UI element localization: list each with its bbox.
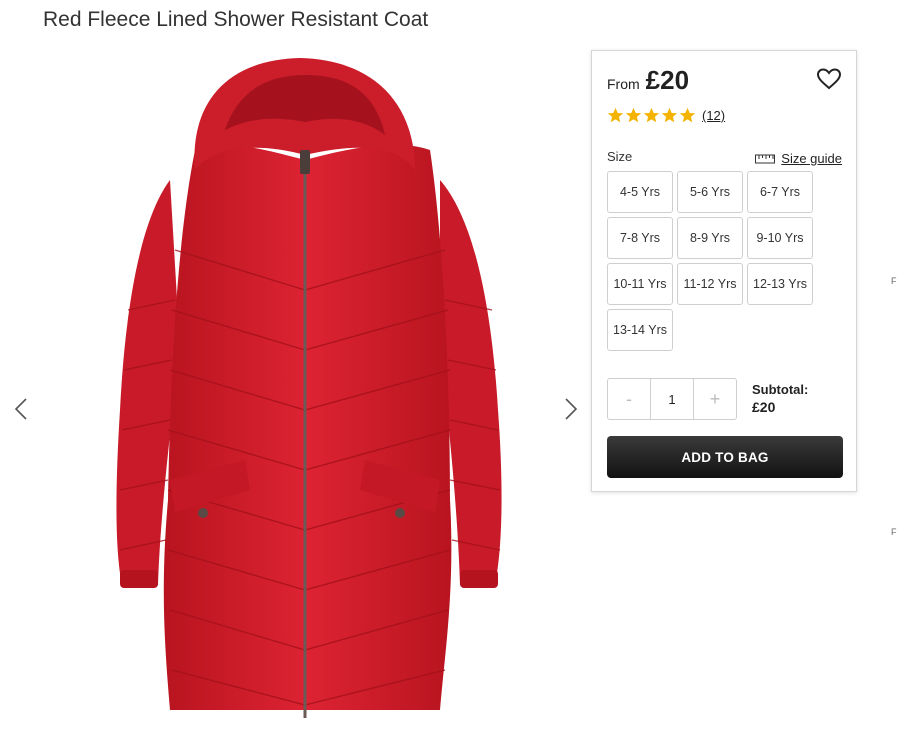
size-option[interactable]: 7-8 Yrs: [607, 217, 673, 259]
rating: (12): [607, 107, 725, 124]
star-icon: [607, 107, 624, 123]
size-option[interactable]: 4-5 Yrs: [607, 171, 673, 213]
size-options: 4-5 Yrs 5-6 Yrs 6-7 Yrs 7-8 Yrs 8-9 Yrs …: [607, 171, 847, 351]
size-guide-label: Size guide: [781, 151, 842, 166]
size-option[interactable]: 10-11 Yrs: [607, 263, 673, 305]
star-rating: [607, 107, 697, 124]
size-option[interactable]: 6-7 Yrs: [747, 171, 813, 213]
ruler-icon: [755, 154, 776, 163]
edge-text-fragment: F: [891, 276, 897, 286]
price-value: £20: [645, 65, 690, 95]
chevron-right-icon[interactable]: [558, 395, 582, 423]
subtotal: Subtotal: £20: [752, 382, 808, 415]
size-option[interactable]: 13-14 Yrs: [607, 309, 673, 351]
quantity-increase-button[interactable]: +: [694, 379, 736, 419]
quantity-decrease-button[interactable]: -: [608, 379, 650, 419]
star-icon: [661, 107, 678, 123]
review-count-link[interactable]: (12): [702, 108, 725, 123]
size-label: Size: [607, 149, 633, 164]
star-icon: [643, 107, 660, 123]
size-guide-link[interactable]: Size guide: [755, 151, 842, 166]
chevron-left-icon[interactable]: [10, 395, 34, 423]
size-option[interactable]: 11-12 Yrs: [677, 263, 743, 305]
star-icon: [625, 107, 642, 123]
edge-text-fragment: F: [891, 527, 897, 537]
quantity-input[interactable]: 1: [650, 379, 694, 419]
size-option[interactable]: 5-6 Yrs: [677, 171, 743, 213]
subtotal-value: £20: [752, 399, 776, 415]
product-title: Red Fleece Lined Shower Resistant Coat: [43, 8, 429, 31]
buy-panel: From £20 (12) Size Size guide 4-5 Yrs 5-…: [591, 50, 857, 492]
price-row: From £20: [607, 65, 689, 96]
product-image: [116, 58, 502, 718]
size-option[interactable]: 12-13 Yrs: [747, 263, 813, 305]
wishlist-heart-icon[interactable]: [816, 67, 842, 91]
subtotal-label: Subtotal:: [752, 382, 809, 397]
add-to-bag-button[interactable]: ADD TO BAG: [607, 436, 843, 478]
size-option[interactable]: 8-9 Yrs: [677, 217, 743, 259]
quantity-stepper: - 1 +: [607, 378, 737, 420]
size-option[interactable]: 9-10 Yrs: [747, 217, 813, 259]
star-icon: [679, 107, 696, 123]
price-prefix: From: [607, 76, 640, 92]
